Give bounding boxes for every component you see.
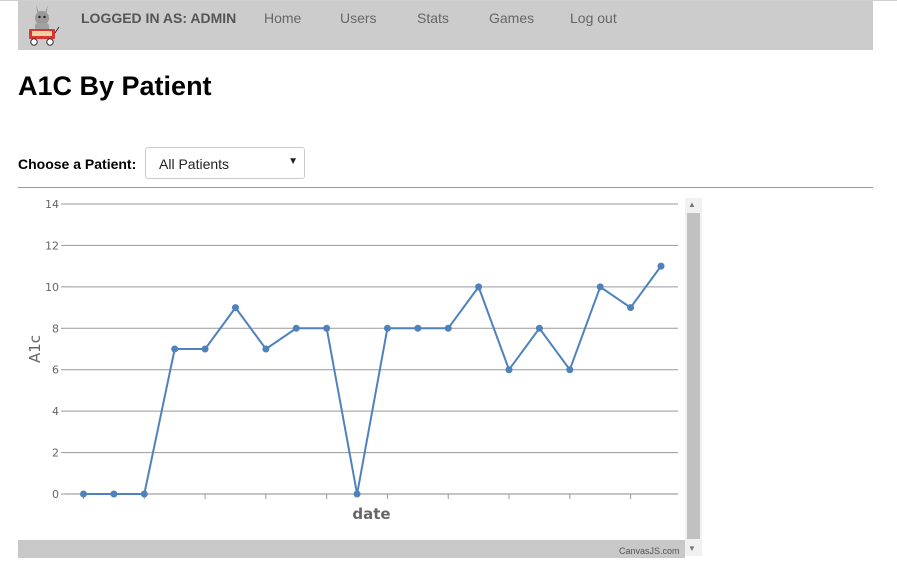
nav-home-link[interactable]: Home xyxy=(264,10,301,26)
y-tick-label: 10 xyxy=(45,281,59,294)
chart-footer-bar xyxy=(18,540,685,558)
data-point xyxy=(505,366,513,374)
nav-logout-link[interactable]: Log out xyxy=(570,10,617,26)
y-tick-label: 8 xyxy=(52,322,59,335)
scroll-up-arrow-icon[interactable]: ▲ xyxy=(688,200,696,209)
data-point xyxy=(657,262,665,270)
data-point xyxy=(201,345,209,353)
data-point xyxy=(171,345,179,353)
a1c-chart: 0 2 4 6 8 10 12 14 A1c date xyxy=(18,196,702,558)
patient-select[interactable]: All Patients ▼ xyxy=(145,147,305,179)
data-point xyxy=(444,324,452,332)
y-axis-title: A1c xyxy=(26,335,44,363)
patient-select-label: Choose a Patient: xyxy=(18,156,137,172)
data-point xyxy=(535,324,543,332)
data-point xyxy=(566,366,574,374)
data-point xyxy=(383,324,391,332)
data-point xyxy=(292,324,300,332)
x-axis-title: date xyxy=(352,505,390,523)
data-point xyxy=(414,324,422,332)
y-tick-label: 4 xyxy=(52,405,59,418)
series-line xyxy=(83,265,662,495)
wagon-logo-icon xyxy=(29,5,60,46)
y-tick-label: 12 xyxy=(45,239,59,252)
data-point xyxy=(140,490,148,498)
chart-canvas: 0 2 4 6 8 10 12 14 A1c date xyxy=(26,198,678,523)
nav-users-link[interactable]: Users xyxy=(340,10,377,26)
data-point xyxy=(231,304,239,312)
data-point xyxy=(353,490,361,498)
y-tick-label: 14 xyxy=(45,198,59,211)
nav-stats-link[interactable]: Stats xyxy=(417,10,449,26)
navbar: LOGGED IN AS: ADMIN Home Users Stats Gam… xyxy=(18,1,873,50)
chevron-down-icon: ▼ xyxy=(288,156,298,167)
logged-in-status: LOGGED IN AS: ADMIN xyxy=(81,10,237,26)
nav-games-link[interactable]: Games xyxy=(489,10,534,26)
data-point xyxy=(596,283,604,291)
y-tick-label: 6 xyxy=(52,364,59,377)
scrollbar-thumb[interactable] xyxy=(687,213,700,539)
y-tick-label: 2 xyxy=(52,447,59,460)
data-point xyxy=(475,283,483,291)
page-title: A1C By Patient xyxy=(18,71,212,101)
patient-select-value: All Patients xyxy=(159,156,230,172)
data-point xyxy=(110,490,118,498)
divider xyxy=(18,187,873,188)
data-point xyxy=(627,304,635,312)
data-point xyxy=(323,324,331,332)
y-tick-label: 0 xyxy=(52,488,59,501)
canvasjs-credit-link[interactable]: CanvasJS.com xyxy=(619,546,680,556)
scroll-down-arrow-icon[interactable]: ▼ xyxy=(688,544,696,553)
data-point xyxy=(262,345,270,353)
data-point xyxy=(80,490,87,498)
